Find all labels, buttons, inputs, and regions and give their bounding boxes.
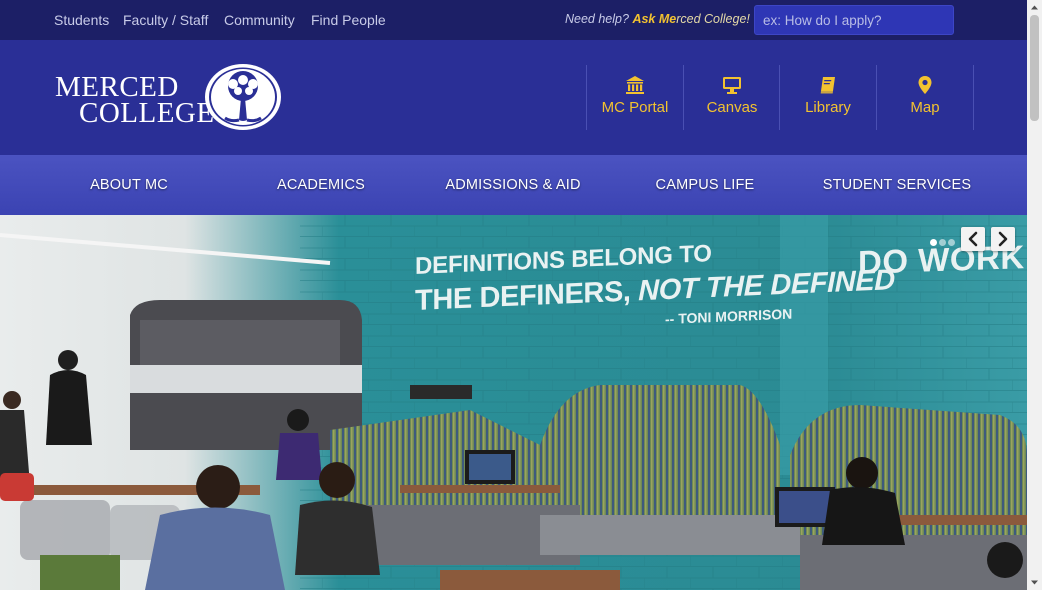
top-link-community[interactable]: Community xyxy=(224,12,295,28)
quick-link-label: Library xyxy=(805,99,851,116)
monitor-icon xyxy=(723,77,741,94)
book-icon xyxy=(820,77,835,94)
top-link-find-people[interactable]: Find People xyxy=(311,12,386,28)
scrollbar-thumb[interactable] xyxy=(1030,15,1039,121)
map-pin-icon xyxy=(918,76,932,94)
chevron-left-icon xyxy=(968,231,978,247)
slide-dot-1[interactable] xyxy=(930,239,937,246)
page: Students Faculty / Staff Community Find … xyxy=(0,0,1027,590)
ask-merced-link-rest[interactable]: rced College! xyxy=(676,12,750,26)
logo-line2: COLLEGE xyxy=(79,97,215,129)
tree-seal-icon xyxy=(205,64,281,130)
main-navigation: ABOUT MC ACADEMICS ADMISSIONS & AID CAMP… xyxy=(0,155,1027,215)
search-input[interactable] xyxy=(754,5,954,35)
scroll-up-arrow-icon[interactable] xyxy=(1027,0,1042,15)
quote-line-2b: NOT THE DEFINED xyxy=(638,264,895,308)
bank-icon xyxy=(626,76,644,94)
slide-dot-2[interactable] xyxy=(939,239,946,246)
quick-link-map[interactable]: Map xyxy=(876,65,974,130)
ask-merced-link[interactable]: Ask Me xyxy=(632,12,676,26)
chevron-right-icon xyxy=(998,231,1008,247)
nav-about-mc[interactable]: ABOUT MC xyxy=(33,177,225,193)
quote-line-2a: THE DEFINERS, xyxy=(415,275,639,317)
merced-college-logo[interactable]: MERCED COLLEGE xyxy=(55,62,285,134)
quick-link-mc-portal[interactable]: MC Portal xyxy=(586,65,683,130)
nav-campus-life[interactable]: CAMPUS LIFE xyxy=(609,177,801,193)
quick-link-label: MC Portal xyxy=(601,99,669,116)
quick-link-library[interactable]: Library xyxy=(779,65,876,130)
help-prefix: Need help? xyxy=(565,12,629,26)
site-header: MERCED COLLEGE MC Portal Canvas Library … xyxy=(0,40,1027,155)
logo-wordmark: MERCED COLLEGE xyxy=(55,73,215,129)
previous-slide-button[interactable] xyxy=(961,227,985,251)
top-link-faculty-staff[interactable]: Faculty / Staff xyxy=(123,12,208,28)
top-link-students[interactable]: Students xyxy=(54,12,109,28)
quick-link-label: Map xyxy=(910,99,940,116)
vertical-scrollbar[interactable] xyxy=(1027,0,1042,590)
quick-link-canvas[interactable]: Canvas xyxy=(683,65,780,130)
quick-link-label: Canvas xyxy=(706,99,758,116)
next-slide-button[interactable] xyxy=(991,227,1015,251)
nav-student-services[interactable]: STUDENT SERVICES xyxy=(801,177,993,193)
top-utility-bar: Students Faculty / Staff Community Find … xyxy=(0,0,1027,40)
nav-academics[interactable]: ACADEMICS xyxy=(225,177,417,193)
nav-admissions-aid[interactable]: ADMISSIONS & AID xyxy=(417,177,609,193)
slide-dot-3[interactable] xyxy=(948,239,955,246)
hero-slideshow: DEFINITIONS BELONG TO THE DEFINERS, NOT … xyxy=(0,215,1027,590)
scroll-down-arrow-icon[interactable] xyxy=(1027,575,1042,590)
help-text: Need help? Ask Merced College! xyxy=(565,12,750,26)
